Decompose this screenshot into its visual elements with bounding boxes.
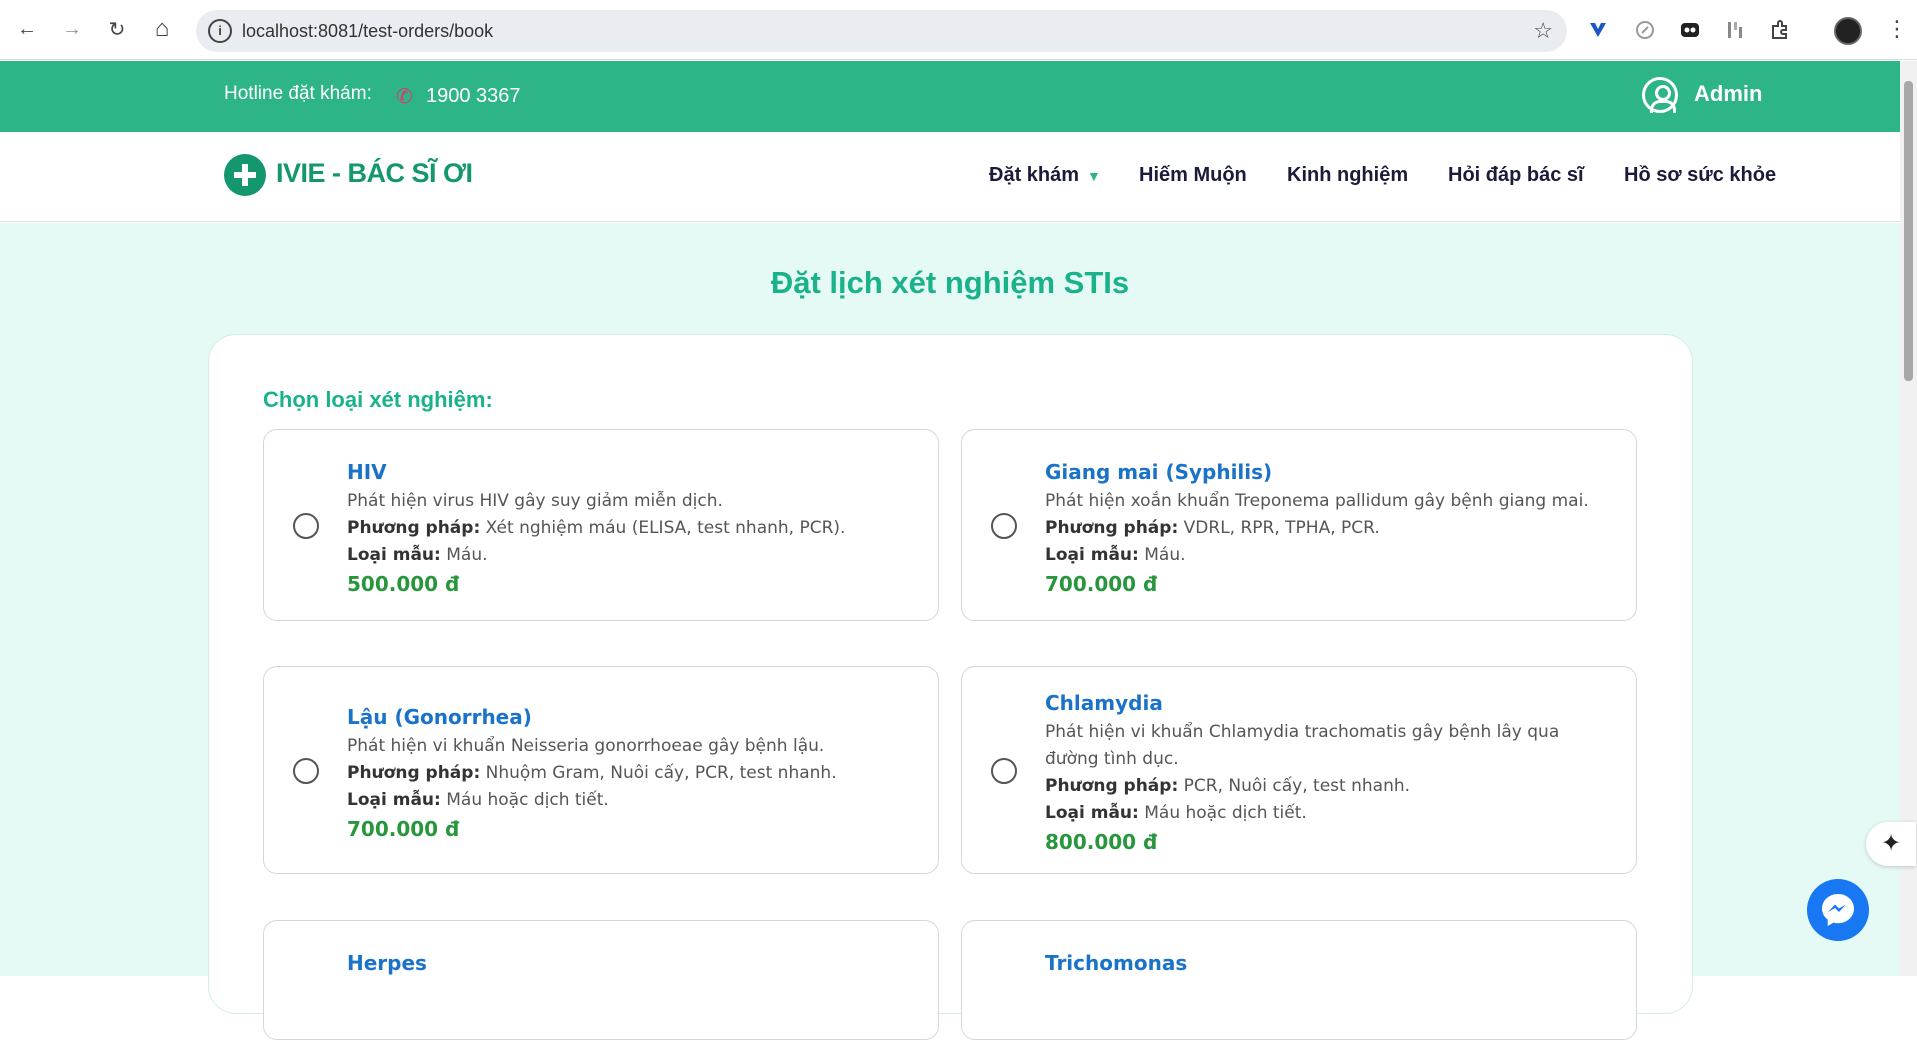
test-name: HIV xyxy=(347,460,387,484)
test-name: Lậu (Gonorrhea) xyxy=(347,705,532,729)
test-option-chlamydia[interactable]: Chlamydia Phát hiện vi khuẩn Chlamydia t… xyxy=(961,666,1637,874)
method-label: Phương pháp: xyxy=(347,518,481,538)
ai-sparkle-icon[interactable]: ✦ xyxy=(1866,822,1916,866)
test-method: PCR, Nuôi cấy, test nhanh. xyxy=(1183,776,1411,796)
user-name[interactable]: Admin xyxy=(1694,81,1762,107)
booking-form-panel: Chọn loại xét nghiệm: HIV Phát hiện viru… xyxy=(208,334,1693,1040)
radio-button[interactable] xyxy=(991,513,1017,539)
test-name: Giang mai (Syphilis) xyxy=(1045,460,1273,484)
method-label: Phương pháp: xyxy=(1045,518,1179,538)
nav-book-label: Đặt khám xyxy=(989,164,1080,186)
test-option-herpes[interactable]: Herpes xyxy=(263,920,939,1040)
extension-icon-4[interactable] xyxy=(1722,17,1748,43)
radio-button[interactable] xyxy=(293,513,319,539)
test-option-gonorrhea[interactable]: Lậu (Gonorrhea) Phát hiện vi khuẩn Neiss… xyxy=(263,666,939,874)
method-label: Phương pháp: xyxy=(1045,776,1179,796)
test-method: VDRL, RPR, TPHA, PCR. xyxy=(1183,518,1380,538)
site-logo-text[interactable]: IVIE - BÁC SĨ ƠI xyxy=(276,158,473,189)
extension-icon-3[interactable] xyxy=(1677,17,1703,43)
test-option-syphilis[interactable]: Giang mai (Syphilis) Phát hiện xoắn khuẩ… xyxy=(961,429,1637,621)
test-method: Xét nghiệm máu (ELISA, test nhanh, PCR). xyxy=(485,518,846,538)
hotline-number[interactable]: 1900 3367 xyxy=(426,85,521,108)
messenger-chat-button[interactable] xyxy=(1807,879,1869,941)
hotline-label: Hotline đặt khám: xyxy=(224,83,372,104)
page-title: Đặt lịch xét nghiệm STIs xyxy=(770,265,1130,300)
section-label: Chọn loại xét nghiệm: xyxy=(263,387,493,412)
sample-label: Loại mẫu: xyxy=(1045,803,1139,823)
phone-icon: ✆ xyxy=(396,86,413,108)
bookmark-star-icon[interactable]: ☆ xyxy=(1533,18,1553,44)
test-price: 800.000 đ xyxy=(1045,830,1158,854)
test-option-trichomonas[interactable]: Trichomonas xyxy=(961,920,1637,1040)
test-option-hiv[interactable]: HIV Phát hiện virus HIV gây suy giảm miễ… xyxy=(263,429,939,621)
nav-experience[interactable]: Kinh nghiệm xyxy=(1287,164,1408,187)
main-content: Đặt lịch xét nghiệm STIs Chọn loại xét n… xyxy=(0,223,1900,1040)
nav-infertility[interactable]: Hiếm Muộn xyxy=(1139,164,1247,187)
test-name: Herpes xyxy=(347,951,427,975)
url-text[interactable]: localhost:8081/test-orders/book xyxy=(242,10,493,52)
home-icon[interactable]: ⌂ xyxy=(147,14,177,44)
test-description: Phát hiện vi khuẩn Neisseria gonorrhoeae… xyxy=(347,736,825,756)
sample-label: Loại mẫu: xyxy=(347,545,441,565)
chevron-down-icon: ▼ xyxy=(1087,168,1101,184)
extensions-puzzle-icon[interactable] xyxy=(1767,17,1793,43)
test-sample: Máu hoặc dịch tiết. xyxy=(446,790,609,810)
logo-cross-icon[interactable] xyxy=(224,154,266,196)
test-price: 700.000 đ xyxy=(1045,572,1158,596)
forward-icon[interactable]: → xyxy=(57,14,87,44)
radio-button[interactable] xyxy=(991,758,1017,784)
test-description: Phát hiện vi khuẩn Chlamydia trachomatis… xyxy=(1045,722,1560,769)
reload-icon[interactable]: ↻ xyxy=(102,14,132,44)
method-label: Phương pháp: xyxy=(347,763,481,783)
user-circle-icon[interactable] xyxy=(1642,77,1678,113)
test-sample: Máu. xyxy=(446,545,488,565)
messenger-icon xyxy=(1822,894,1854,926)
test-method: Nhuộm Gram, Nuôi cấy, PCR, test nhanh. xyxy=(485,763,837,783)
address-bar[interactable]: i localhost:8081/test-orders/book ☆ xyxy=(196,10,1567,52)
test-name: Trichomonas xyxy=(1045,951,1188,975)
test-description: Phát hiện xoắn khuẩn Treponema pallidum … xyxy=(1045,491,1589,511)
test-price: 700.000 đ xyxy=(347,817,460,841)
browser-toolbar: ← → ↻ ⌂ i localhost:8081/test-orders/boo… xyxy=(0,0,1917,60)
extension-icon-2[interactable] xyxy=(1632,17,1658,43)
nav-health-profile[interactable]: Hồ sơ sức khỏe xyxy=(1624,164,1776,187)
back-icon[interactable]: ← xyxy=(12,14,42,44)
hotline-bar: Hotline đặt khám: ✆ 1900 3367 Admin xyxy=(0,61,1900,132)
site-header: IVIE - BÁC SĨ ƠI Đặt khám ▼ Hiếm Muộn Kin… xyxy=(0,132,1900,222)
test-sample: Máu. xyxy=(1144,545,1186,565)
test-price: 500.000 đ xyxy=(347,572,460,596)
test-description: Phát hiện virus HIV gây suy giảm miễn dị… xyxy=(347,491,723,511)
profile-avatar[interactable] xyxy=(1834,17,1862,45)
nav-ask-doctor[interactable]: Hỏi đáp bác sĩ xyxy=(1448,164,1584,187)
radio-button[interactable] xyxy=(293,758,319,784)
test-name: Chlamydia xyxy=(1045,691,1163,715)
nav-book-appointment[interactable]: Đặt khám ▼ xyxy=(989,164,1101,187)
scrollbar-thumb[interactable] xyxy=(1904,81,1913,381)
extension-icon-1[interactable] xyxy=(1585,17,1611,43)
sample-label: Loại mẫu: xyxy=(347,790,441,810)
site-info-icon[interactable]: i xyxy=(208,19,232,43)
sample-label: Loại mẫu: xyxy=(1045,545,1139,565)
browser-menu-icon[interactable]: ⋮ xyxy=(1886,16,1908,42)
test-sample: Máu hoặc dịch tiết. xyxy=(1144,803,1307,823)
